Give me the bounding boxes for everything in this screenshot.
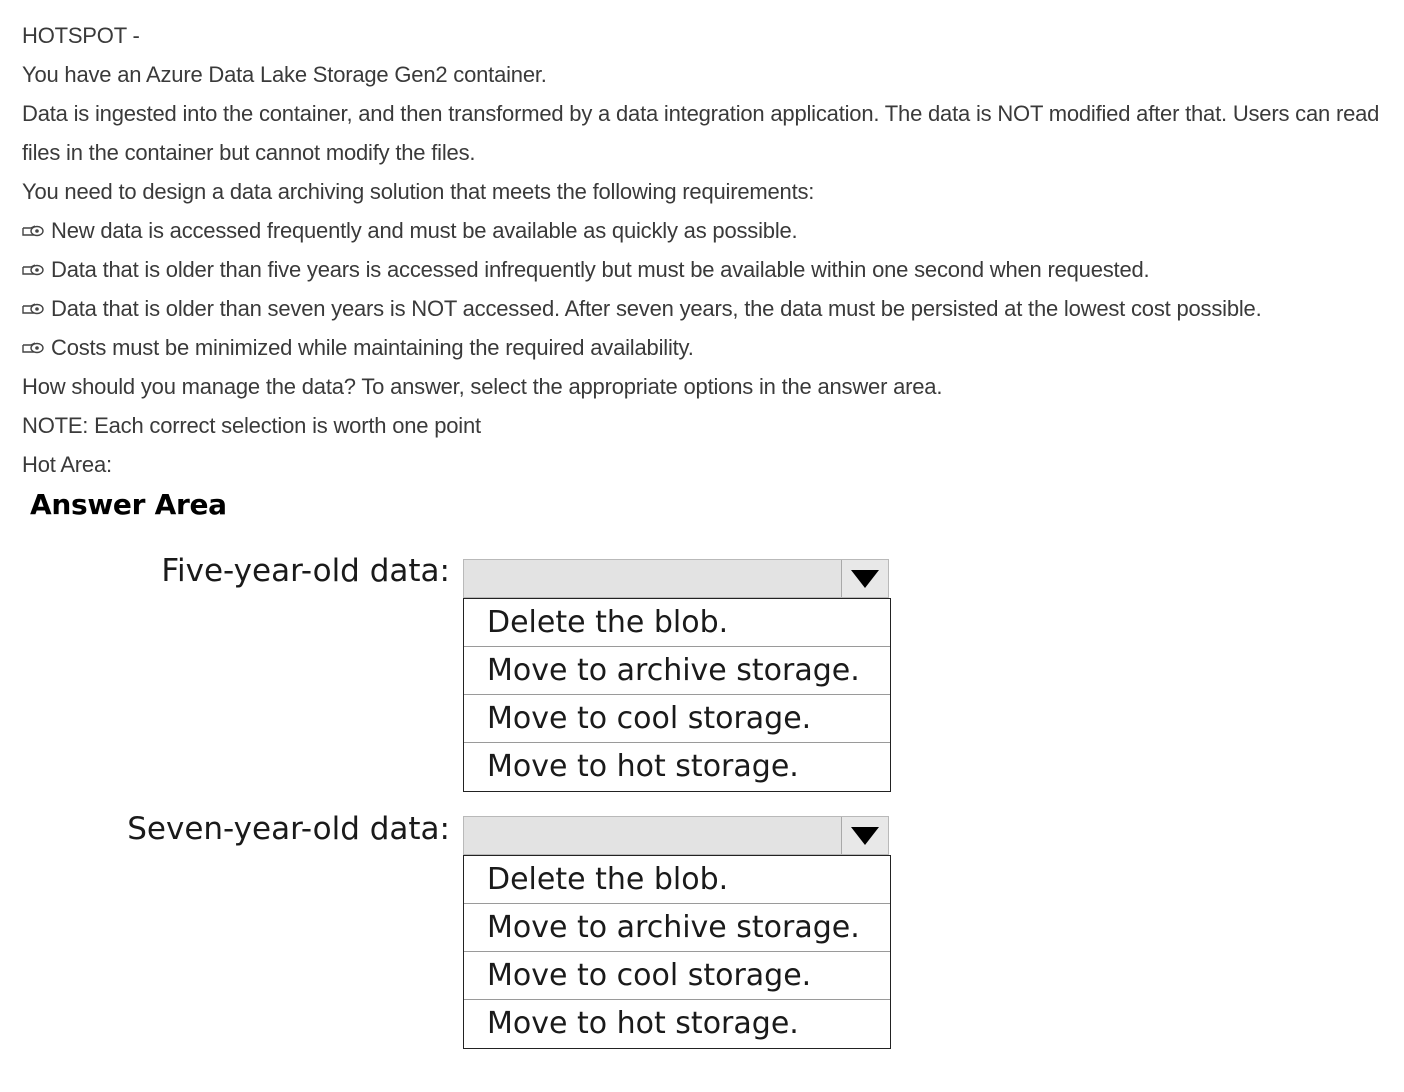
question-heading: HOTSPOT - [22,23,140,48]
option-archive-storage[interactable]: Move to archive storage. [464,647,890,695]
question-description: Data is ingested into the container, and… [22,101,1380,165]
requirement-text: Data that is older than five years is ac… [51,257,1150,282]
five-year-data-dropdown[interactable] [463,559,889,598]
requirement-item: New data is accessed frequently and must… [22,211,1392,250]
dropdown-button[interactable] [841,560,888,597]
pointing-hand-icon [22,341,44,353]
requirement-text: Costs must be minimized while maintainin… [51,335,694,360]
requirement-item: Data that is older than seven years is N… [22,289,1392,328]
option-delete-blob[interactable]: Delete the blob. [464,856,890,904]
pointing-hand-icon [22,263,44,275]
pointing-hand-icon [22,302,44,314]
pointing-hand-icon [22,224,44,236]
option-cool-storage[interactable]: Move to cool storage. [464,952,890,1000]
question-intro: You have an Azure Data Lake Storage Gen2… [22,62,547,87]
seven-year-data-dropdown[interactable] [463,816,889,855]
five-year-data-label: Five-year-old data: [161,553,450,589]
requirement-item: Costs must be minimized while maintainin… [22,328,1392,367]
question-prompt: How should you manage the data? To answe… [22,374,943,399]
requirement-text: Data that is older than seven years is N… [51,296,1262,321]
requirement-item: Data that is older than five years is ac… [22,250,1392,289]
seven-year-data-label: Seven-year-old data: [127,811,450,847]
option-archive-storage[interactable]: Move to archive storage. [464,904,890,952]
option-hot-storage[interactable]: Move to hot storage. [464,1000,890,1048]
question-text: HOTSPOT - You have an Azure Data Lake St… [22,16,1392,484]
hot-area-label: Hot Area: [22,452,112,477]
dropdown-button[interactable] [841,817,888,854]
triangle-down-icon [851,827,879,845]
question-note: NOTE: Each correct selection is worth on… [22,413,481,438]
seven-year-data-options: Delete the blob. Move to archive storage… [463,855,891,1049]
option-cool-storage[interactable]: Move to cool storage. [464,695,890,743]
question-task: You need to design a data archiving solu… [22,179,815,204]
five-year-data-options: Delete the blob. Move to archive storage… [463,598,891,792]
triangle-down-icon [851,570,879,588]
answer-area-title: Answer Area [30,488,227,521]
requirement-text: New data is accessed frequently and must… [51,218,798,243]
option-hot-storage[interactable]: Move to hot storage. [464,743,890,791]
option-delete-blob[interactable]: Delete the blob. [464,599,890,647]
